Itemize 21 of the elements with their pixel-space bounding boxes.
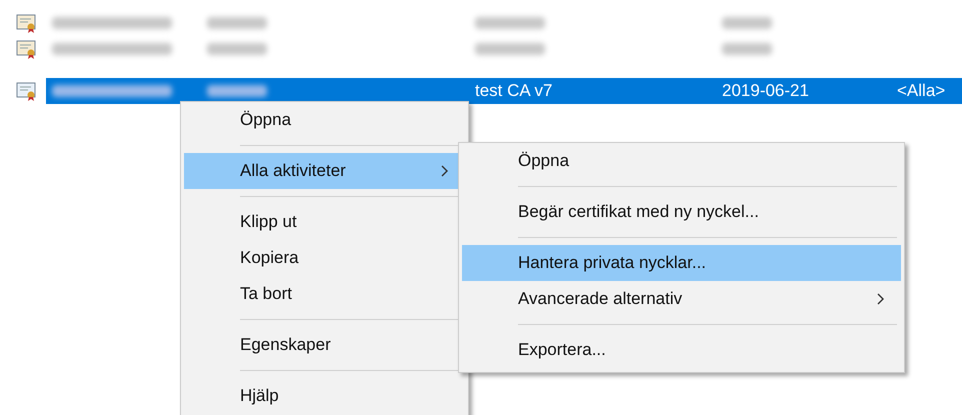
blurred-text (475, 17, 545, 29)
cell-text: test CA v7 (475, 80, 552, 102)
menu-item[interactable]: Hjälp (184, 378, 465, 414)
menu-item[interactable]: Hantera privata nycklar... (462, 245, 901, 281)
blurred-text (207, 17, 267, 29)
list-row[interactable]: test CA v7 2019-06-21 <Alla> (46, 78, 962, 104)
blurred-text (207, 43, 267, 55)
menu-item[interactable]: Begär certifikat med ny nyckel... (462, 194, 901, 230)
certificate-icon (16, 39, 38, 59)
menu-item[interactable]: Öppna (184, 102, 465, 138)
blurred-text (722, 17, 772, 29)
cell-text: 2019-06-21 (722, 80, 809, 102)
cell-text: <Alla> (897, 80, 946, 102)
blurred-text (722, 43, 772, 55)
menu-item[interactable]: Avancerade alternativ (462, 281, 901, 317)
blurred-text (207, 85, 267, 97)
menu-item[interactable]: Exportera... (462, 332, 901, 368)
menu-item[interactable]: Öppna (462, 143, 901, 179)
blurred-text (475, 43, 545, 55)
certificate-icon (16, 13, 38, 33)
certificate-icon (16, 81, 38, 101)
